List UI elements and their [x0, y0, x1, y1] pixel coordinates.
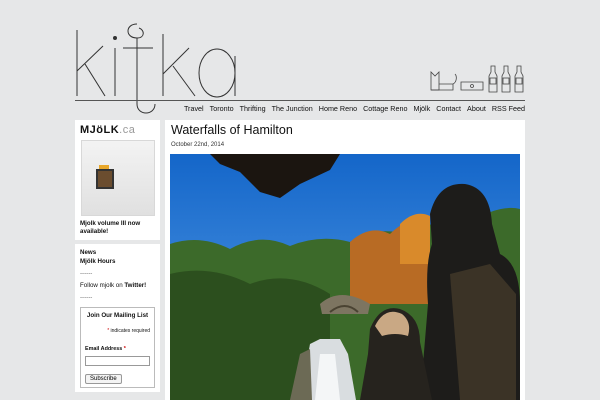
- nav-item-thrifting[interactable]: Thrifting: [240, 104, 266, 113]
- mjolk-widget: MJöLK.ca Mjolk volume III now available!: [75, 120, 160, 240]
- sidebar-divider: ------: [80, 270, 93, 278]
- nav-item-mjolk[interactable]: Mjölk: [413, 104, 430, 113]
- nav-item-cottage-reno[interactable]: Cottage Reno: [363, 104, 407, 113]
- mjolk-book-cover[interactable]: [80, 140, 155, 216]
- mailing-list-form: Join Our Mailing List * indicates requir…: [80, 307, 155, 388]
- subscribe-button[interactable]: Subscribe: [85, 373, 122, 384]
- site-logo[interactable]: [75, 16, 245, 116]
- post-title[interactable]: Waterfalls of Hamilton: [171, 123, 520, 137]
- sidebar-follow-line: Follow mjolk on Twitter!: [80, 281, 155, 291]
- header-rule: [75, 100, 525, 101]
- mailing-list-title: Join Our Mailing List: [86, 312, 149, 320]
- mjolk-promo-text[interactable]: Mjolk volume III now available!: [80, 220, 155, 236]
- post-content: Waterfalls of Hamilton October 22nd, 201…: [165, 120, 525, 400]
- sidebar-link-hours[interactable]: Mjölk Hours: [80, 257, 155, 267]
- nav-item-travel[interactable]: Travel: [184, 104, 204, 113]
- nav-item-rss-feed[interactable]: RSS Feed: [492, 104, 525, 113]
- email-label: Email Address *: [85, 345, 150, 354]
- sidebar-divider-2: ------: [80, 294, 93, 302]
- nav-item-home-reno[interactable]: Home Reno: [319, 104, 357, 113]
- nav-item-toronto[interactable]: Toronto: [210, 104, 234, 113]
- required-note: * indicates required: [85, 327, 150, 335]
- twitter-link[interactable]: Twitter!: [124, 282, 146, 289]
- main-nav: Travel Toronto Thrifting The Junction Ho…: [184, 104, 525, 113]
- cat-and-bottles-illustration: [430, 65, 524, 93]
- mjolk-logo[interactable]: MJöLK.ca: [80, 124, 155, 136]
- sidebar: MJöLK.ca Mjolk volume III now available!…: [75, 120, 160, 396]
- waterfall-photo[interactable]: [170, 154, 520, 400]
- nav-item-about[interactable]: About: [467, 104, 486, 113]
- site-header: Travel Toronto Thrifting The Junction Ho…: [75, 12, 525, 118]
- follow-prefix: Follow mjolk on: [80, 282, 125, 290]
- email-label-text: Email Address: [85, 346, 123, 353]
- book-cover-art: [95, 169, 114, 189]
- sidebar-link-news[interactable]: News: [80, 248, 155, 258]
- nav-item-contact[interactable]: Contact: [436, 104, 461, 113]
- kitka-logo: [76, 23, 236, 114]
- post-date: October 22nd, 2014: [171, 142, 225, 148]
- sidebar-links: News Mjölk Hours ------ Follow mjolk on …: [75, 243, 160, 392]
- mjolk-logo-main: MJöLK: [80, 124, 120, 136]
- required-note-text: indicates required: [110, 328, 150, 335]
- required-star: *: [107, 328, 110, 335]
- nav-item-the-junction[interactable]: The Junction: [272, 104, 313, 113]
- email-required-star: *: [123, 346, 126, 353]
- mjolk-logo-suffix: .ca: [119, 124, 136, 136]
- email-field[interactable]: [85, 355, 150, 366]
